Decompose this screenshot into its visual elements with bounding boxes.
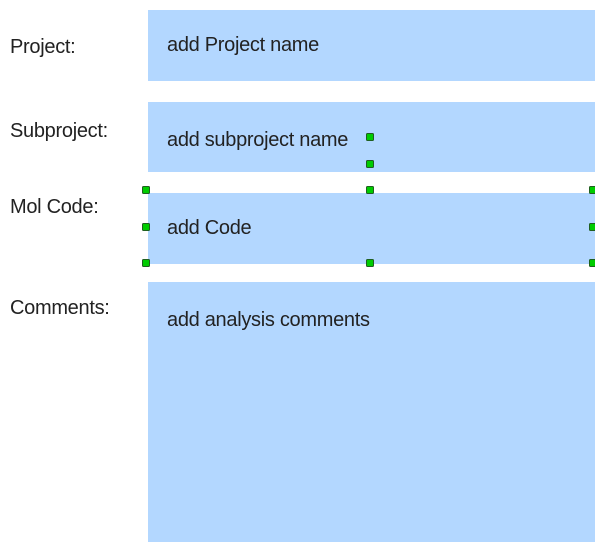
project-field[interactable]: add Project name bbox=[148, 10, 595, 81]
comments-field[interactable]: add analysis comments bbox=[148, 282, 595, 542]
form-canvas: Project: add Project name Subproject: ad… bbox=[0, 0, 595, 542]
selection-handle-middle-right[interactable] bbox=[589, 223, 595, 231]
selection-handle-top-center[interactable] bbox=[366, 186, 374, 194]
comments-label: Comments: bbox=[10, 297, 110, 319]
rotation-handle[interactable] bbox=[366, 133, 374, 141]
selection-handle-bottom-center[interactable] bbox=[366, 259, 374, 267]
mol-code-label: Mol Code: bbox=[10, 196, 99, 218]
selection-handle-middle-left[interactable] bbox=[142, 223, 150, 231]
mol-code-field[interactable]: add Code bbox=[148, 193, 595, 264]
project-label: Project: bbox=[10, 36, 76, 58]
selection-handle-top-left[interactable] bbox=[142, 186, 150, 194]
selection-handle-bottom-left[interactable] bbox=[142, 259, 150, 267]
rotation-stem-handle[interactable] bbox=[366, 160, 374, 168]
selection-handle-bottom-right[interactable] bbox=[589, 259, 595, 267]
selection-handle-top-right[interactable] bbox=[589, 186, 595, 194]
subproject-label: Subproject: bbox=[10, 120, 108, 142]
